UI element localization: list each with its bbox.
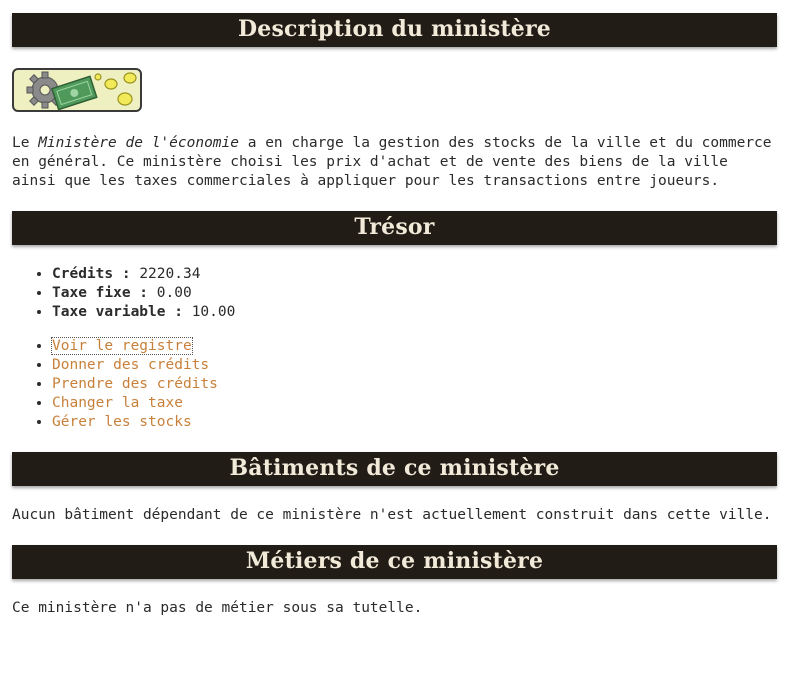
stat-value: 0.00 bbox=[156, 285, 192, 301]
action-item: Donner des crédits bbox=[52, 356, 777, 375]
stat-credits: Crédits : 2220.34 bbox=[52, 265, 777, 284]
treasury-stats-list: Crédits : 2220.34 Taxe fixe : 0.00 Taxe … bbox=[12, 265, 777, 322]
action-item: Gérer les stocks bbox=[52, 413, 777, 432]
voir-registre-link[interactable]: Voir le registre bbox=[51, 337, 193, 355]
action-item: Prendre des crédits bbox=[52, 375, 777, 394]
treasury-actions-list: Voir le registre Donner des crédits Pren… bbox=[12, 337, 777, 432]
action-item: Changer la taxe bbox=[52, 394, 777, 413]
stat-value: 2220.34 bbox=[139, 266, 201, 282]
prendre-credits-link[interactable]: Prendre des crédits bbox=[52, 376, 218, 392]
stat-label: Taxe fixe bbox=[52, 285, 131, 301]
description-header: Description du ministère bbox=[12, 13, 777, 47]
metiers-header: Métiers de ce ministère bbox=[12, 545, 777, 579]
stat-separator: : bbox=[165, 304, 192, 320]
changer-taxe-link[interactable]: Changer la taxe bbox=[52, 395, 183, 411]
ministry-page: Description du ministère Le Ministère de… bbox=[12, 13, 777, 638]
action-item: Voir le registre bbox=[51, 337, 777, 356]
stat-taxe-fixe: Taxe fixe : 0.00 bbox=[52, 284, 777, 303]
description-prefix: Le bbox=[12, 135, 39, 151]
stat-label: Taxe variable bbox=[52, 304, 166, 320]
stat-label: Crédits bbox=[52, 266, 114, 282]
stat-separator: : bbox=[130, 285, 157, 301]
metiers-text: Ce ministère n'a pas de métier sous sa t… bbox=[12, 600, 423, 616]
ministry-name: Ministère de l'économie bbox=[38, 135, 239, 151]
economy-emblem-icon bbox=[12, 68, 142, 112]
ministry-description: Le Ministère de l'économie a en charge l… bbox=[12, 134, 777, 191]
batiments-text: Aucun bâtiment dépendant de ce ministère… bbox=[12, 507, 772, 523]
stat-taxe-variable: Taxe variable : 10.00 bbox=[52, 303, 777, 322]
donner-credits-link[interactable]: Donner des crédits bbox=[52, 357, 209, 373]
stat-separator: : bbox=[113, 266, 140, 282]
tresor-header: Trésor bbox=[12, 211, 777, 245]
gerer-stocks-link[interactable]: Gérer les stocks bbox=[52, 414, 192, 430]
batiments-header: Bâtiments de ce ministère bbox=[12, 452, 777, 486]
stat-value: 10.00 bbox=[191, 304, 236, 320]
